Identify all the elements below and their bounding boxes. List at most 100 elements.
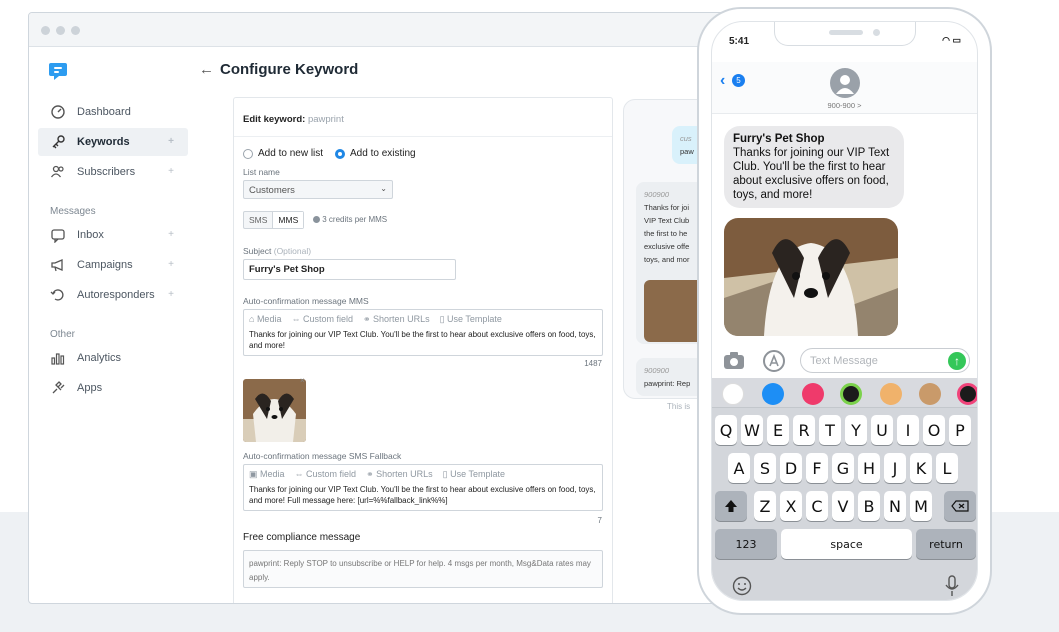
app-store-button-icon[interactable] [762,350,786,372]
search-images-app-icon[interactable] [802,383,824,405]
sms-tab[interactable]: SMS [244,212,272,228]
add-keyword-button[interactable]: + [168,136,174,147]
key-h[interactable]: H [858,453,880,483]
key-f[interactable]: F [806,453,828,483]
mms-tab[interactable]: MMS [272,212,304,228]
mms-message-editor[interactable]: ⌂ Media ⇔ Custom field ⚭ Shorten URLs ▯ … [243,309,603,356]
list-name-select[interactable]: Customers ⌄ [243,180,393,199]
memoji-app-icon[interactable] [880,383,902,405]
key-u[interactable]: U [871,415,893,445]
compliance-message-box: pawprint: Reply STOP to unsubscribe or H… [243,550,603,588]
key-c[interactable]: C [806,491,828,521]
sidebar-item-campaigns[interactable]: Campaigns + [38,251,188,279]
add-campaign-button[interactable]: + [168,259,174,270]
add-autoresponder-button[interactable]: + [168,289,174,300]
add-to-new-list-radio[interactable] [243,149,253,159]
key-b[interactable]: B [858,491,880,521]
media-button[interactable]: ⌂ Media [249,314,281,325]
key-o[interactable]: O [923,415,945,445]
sidebar-item-keywords[interactable]: Keywords + [38,128,188,156]
key-v[interactable]: V [832,491,854,521]
add-to-new-list-label[interactable]: Add to new list [258,148,323,159]
sms-fallback-editor[interactable]: ▣ Media ⇔ Custom field ⚭ Shorten URLs ▯ … [243,464,603,511]
key-i[interactable]: I [897,415,919,445]
sidebar-item-label: Inbox [77,229,104,241]
key-m[interactable]: M [910,491,932,521]
back-chevron-icon[interactable]: ‹ [720,72,725,90]
phone-mockup: 5:41 ◠ ▭ ‹ 5 900-900 > Furry's Pet Shop … [697,7,992,615]
shorten-urls-button[interactable]: ⚭ Shorten URLs [366,469,433,480]
edit-keyword-heading: Edit keyword: pawprint [243,114,344,125]
key-e[interactable]: E [767,415,789,445]
shorten-urls-button[interactable]: ⚭ Shorten URLs [363,314,430,325]
dog-photo [724,218,898,336]
key-x[interactable]: X [780,491,802,521]
mms-message-text[interactable]: Thanks for joining our VIP Text Club. Yo… [244,329,602,355]
use-template-button[interactable]: ▯ Use Template [443,469,505,480]
activity-app-icon[interactable] [840,383,862,405]
sidebar-item-subscribers[interactable]: Subscribers + [38,158,188,186]
key-s[interactable]: S [754,453,776,483]
key-k[interactable]: K [910,453,932,483]
key-n[interactable]: N [884,491,906,521]
sidebar-item-apps[interactable]: Apps [38,374,188,402]
photos-app-icon[interactable] [722,383,744,405]
key-q[interactable]: Q [715,415,737,445]
key-p[interactable]: P [949,415,971,445]
key-z[interactable]: Z [754,491,776,521]
key-y[interactable]: Y [845,415,867,445]
key-a[interactable]: A [728,453,750,483]
numbers-key[interactable]: 123 [715,529,777,559]
sidebar-item-inbox[interactable]: Inbox + [38,221,188,249]
mms-photo[interactable] [724,218,898,336]
edit-keyword-label: Edit keyword: [243,114,306,125]
sms-fallback-label: Auto-confirmation message SMS Fallback [243,451,402,461]
dog-photo [243,379,306,442]
window-maximize-dot[interactable] [71,26,80,35]
custom-field-button[interactable]: ⇔ Custom field [295,469,357,480]
key-l[interactable]: L [936,453,958,483]
shift-key[interactable] [715,491,747,521]
sidebar-item-analytics[interactable]: Analytics [38,344,188,372]
text-message-input[interactable]: Text Message ↑ [800,348,970,373]
contact-number[interactable]: 900-900 > [712,101,977,110]
microphone-icon[interactable] [945,575,959,597]
key-d[interactable]: D [780,453,802,483]
add-subscriber-button[interactable]: + [168,166,174,177]
space-key[interactable]: space [781,529,912,559]
digital-touch-app-icon[interactable] [957,383,977,405]
sms-fallback-text[interactable]: Thanks for joining our VIP Text Club. Yo… [244,484,602,510]
send-arrow-icon[interactable]: ↑ [948,352,966,370]
emoji-icon[interactable] [732,576,752,596]
key-r[interactable]: R [793,415,815,445]
contact-avatar[interactable] [830,68,860,98]
use-template-button[interactable]: ▯ Use Template [440,314,502,325]
return-key[interactable]: return [916,529,976,559]
sms-char-count: 7 [597,516,602,525]
key-g[interactable]: G [832,453,854,483]
backspace-key[interactable] [944,491,976,521]
media-button[interactable]: ▣ Media [249,469,285,480]
remove-image-icon[interactable]: × [300,376,305,385]
sidebar-item-autoresponders[interactable]: Autoresponders + [38,281,188,309]
key-t[interactable]: T [819,415,841,445]
animoji-app-icon[interactable] [919,383,941,405]
keyword-value: pawprint [307,114,344,125]
camera-button-icon[interactable] [723,352,745,370]
add-to-existing-radio[interactable] [335,149,345,159]
add-to-existing-label[interactable]: Add to existing [350,148,416,159]
window-close-dot[interactable] [41,26,50,35]
sidebar-item-dashboard[interactable]: Dashboard [38,98,188,126]
keyboard: Q W E R T Y U I O P A S D F G H J K L Z … [712,378,977,600]
appstore-app-icon[interactable] [762,383,784,405]
key-j[interactable]: J [884,453,906,483]
add-inbox-button[interactable]: + [168,229,174,240]
key-w[interactable]: W [741,415,763,445]
window-minimize-dot[interactable] [56,26,65,35]
key-icon [52,135,65,149]
custom-field-button[interactable]: ⇔ Custom field [291,314,353,325]
back-button[interactable]: ← [199,61,214,78]
mms-image-thumbnail[interactable] [243,379,306,442]
subject-input[interactable]: Furry's Pet Shop [243,259,456,280]
sms-toolbar: ▣ Media ⇔ Custom field ⚭ Shorten URLs ▯ … [244,465,602,484]
